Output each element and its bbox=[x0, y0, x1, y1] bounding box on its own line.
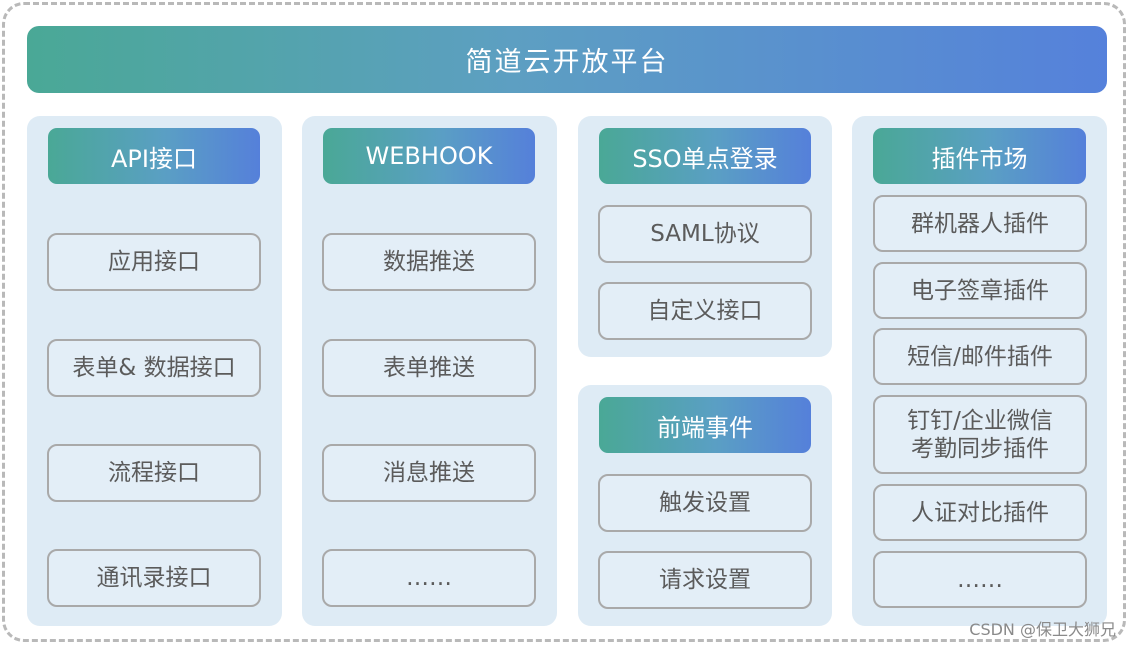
sso-item-saml: SAML协议 bbox=[598, 205, 812, 263]
item-label: SAML协议 bbox=[650, 221, 760, 247]
sso-header: SSO单点登录 bbox=[599, 128, 811, 184]
item-label: 群机器人插件 bbox=[911, 210, 1049, 237]
sso-item-custom-interface: 自定义接口 bbox=[598, 282, 812, 340]
item-label: …… bbox=[406, 565, 452, 591]
api-item-workflow: 流程接口 bbox=[47, 444, 261, 502]
webhook-item-more: …… bbox=[322, 549, 536, 607]
item-label: 电子签章插件 bbox=[911, 277, 1049, 304]
item-label: …… bbox=[957, 566, 1003, 593]
plugin-item-group-robot: 群机器人插件 bbox=[873, 195, 1087, 252]
webhook-header: WEBHOOK bbox=[323, 128, 535, 184]
item-label: 请求设置 bbox=[659, 567, 751, 593]
frontend-events-header: 前端事件 bbox=[599, 397, 811, 453]
api-item-form-data: 表单& 数据接口 bbox=[47, 339, 261, 397]
item-label: 触发设置 bbox=[659, 490, 751, 516]
webhook-item-data-push: 数据推送 bbox=[322, 233, 536, 291]
frontend-item-request-settings: 请求设置 bbox=[598, 551, 812, 609]
item-label: 应用接口 bbox=[108, 249, 200, 275]
item-label: 表单推送 bbox=[383, 355, 475, 381]
item-label: 自定义接口 bbox=[647, 298, 763, 324]
plugin-item-dingtalk-wecom: 钉钉/企业微信 考勤同步插件 bbox=[873, 395, 1087, 474]
plugin-item-sms-email: 短信/邮件插件 bbox=[873, 328, 1087, 385]
plugin-item-more: …… bbox=[873, 551, 1087, 608]
item-label: 消息推送 bbox=[383, 460, 475, 486]
plugin-item-e-signature: 电子签章插件 bbox=[873, 262, 1087, 319]
plugin-market-header: 插件市场 bbox=[873, 128, 1086, 184]
csdn-watermark: CSDN @保卫大狮兄 bbox=[969, 620, 1116, 639]
api-header: API接口 bbox=[48, 128, 260, 184]
item-label: 短信/邮件插件 bbox=[907, 343, 1053, 370]
item-label: 流程接口 bbox=[108, 460, 200, 486]
webhook-item-form-push: 表单推送 bbox=[322, 339, 536, 397]
item-label: 表单& 数据接口 bbox=[72, 355, 236, 381]
item-label-line-1: 钉钉/企业微信 bbox=[907, 407, 1053, 434]
item-label: 人证对比插件 bbox=[911, 499, 1049, 526]
item-label-line-2: 考勤同步插件 bbox=[911, 435, 1049, 462]
item-label: 数据推送 bbox=[383, 249, 475, 275]
platform-title-banner: 简道云开放平台 bbox=[27, 26, 1107, 93]
webhook-item-message-push: 消息推送 bbox=[322, 444, 536, 502]
api-item-app: 应用接口 bbox=[47, 233, 261, 291]
item-label: 通讯录接口 bbox=[96, 565, 212, 591]
plugin-item-id-face-compare: 人证对比插件 bbox=[873, 484, 1087, 541]
api-item-contacts: 通讯录接口 bbox=[47, 549, 261, 607]
frontend-item-trigger-settings: 触发设置 bbox=[598, 474, 812, 532]
